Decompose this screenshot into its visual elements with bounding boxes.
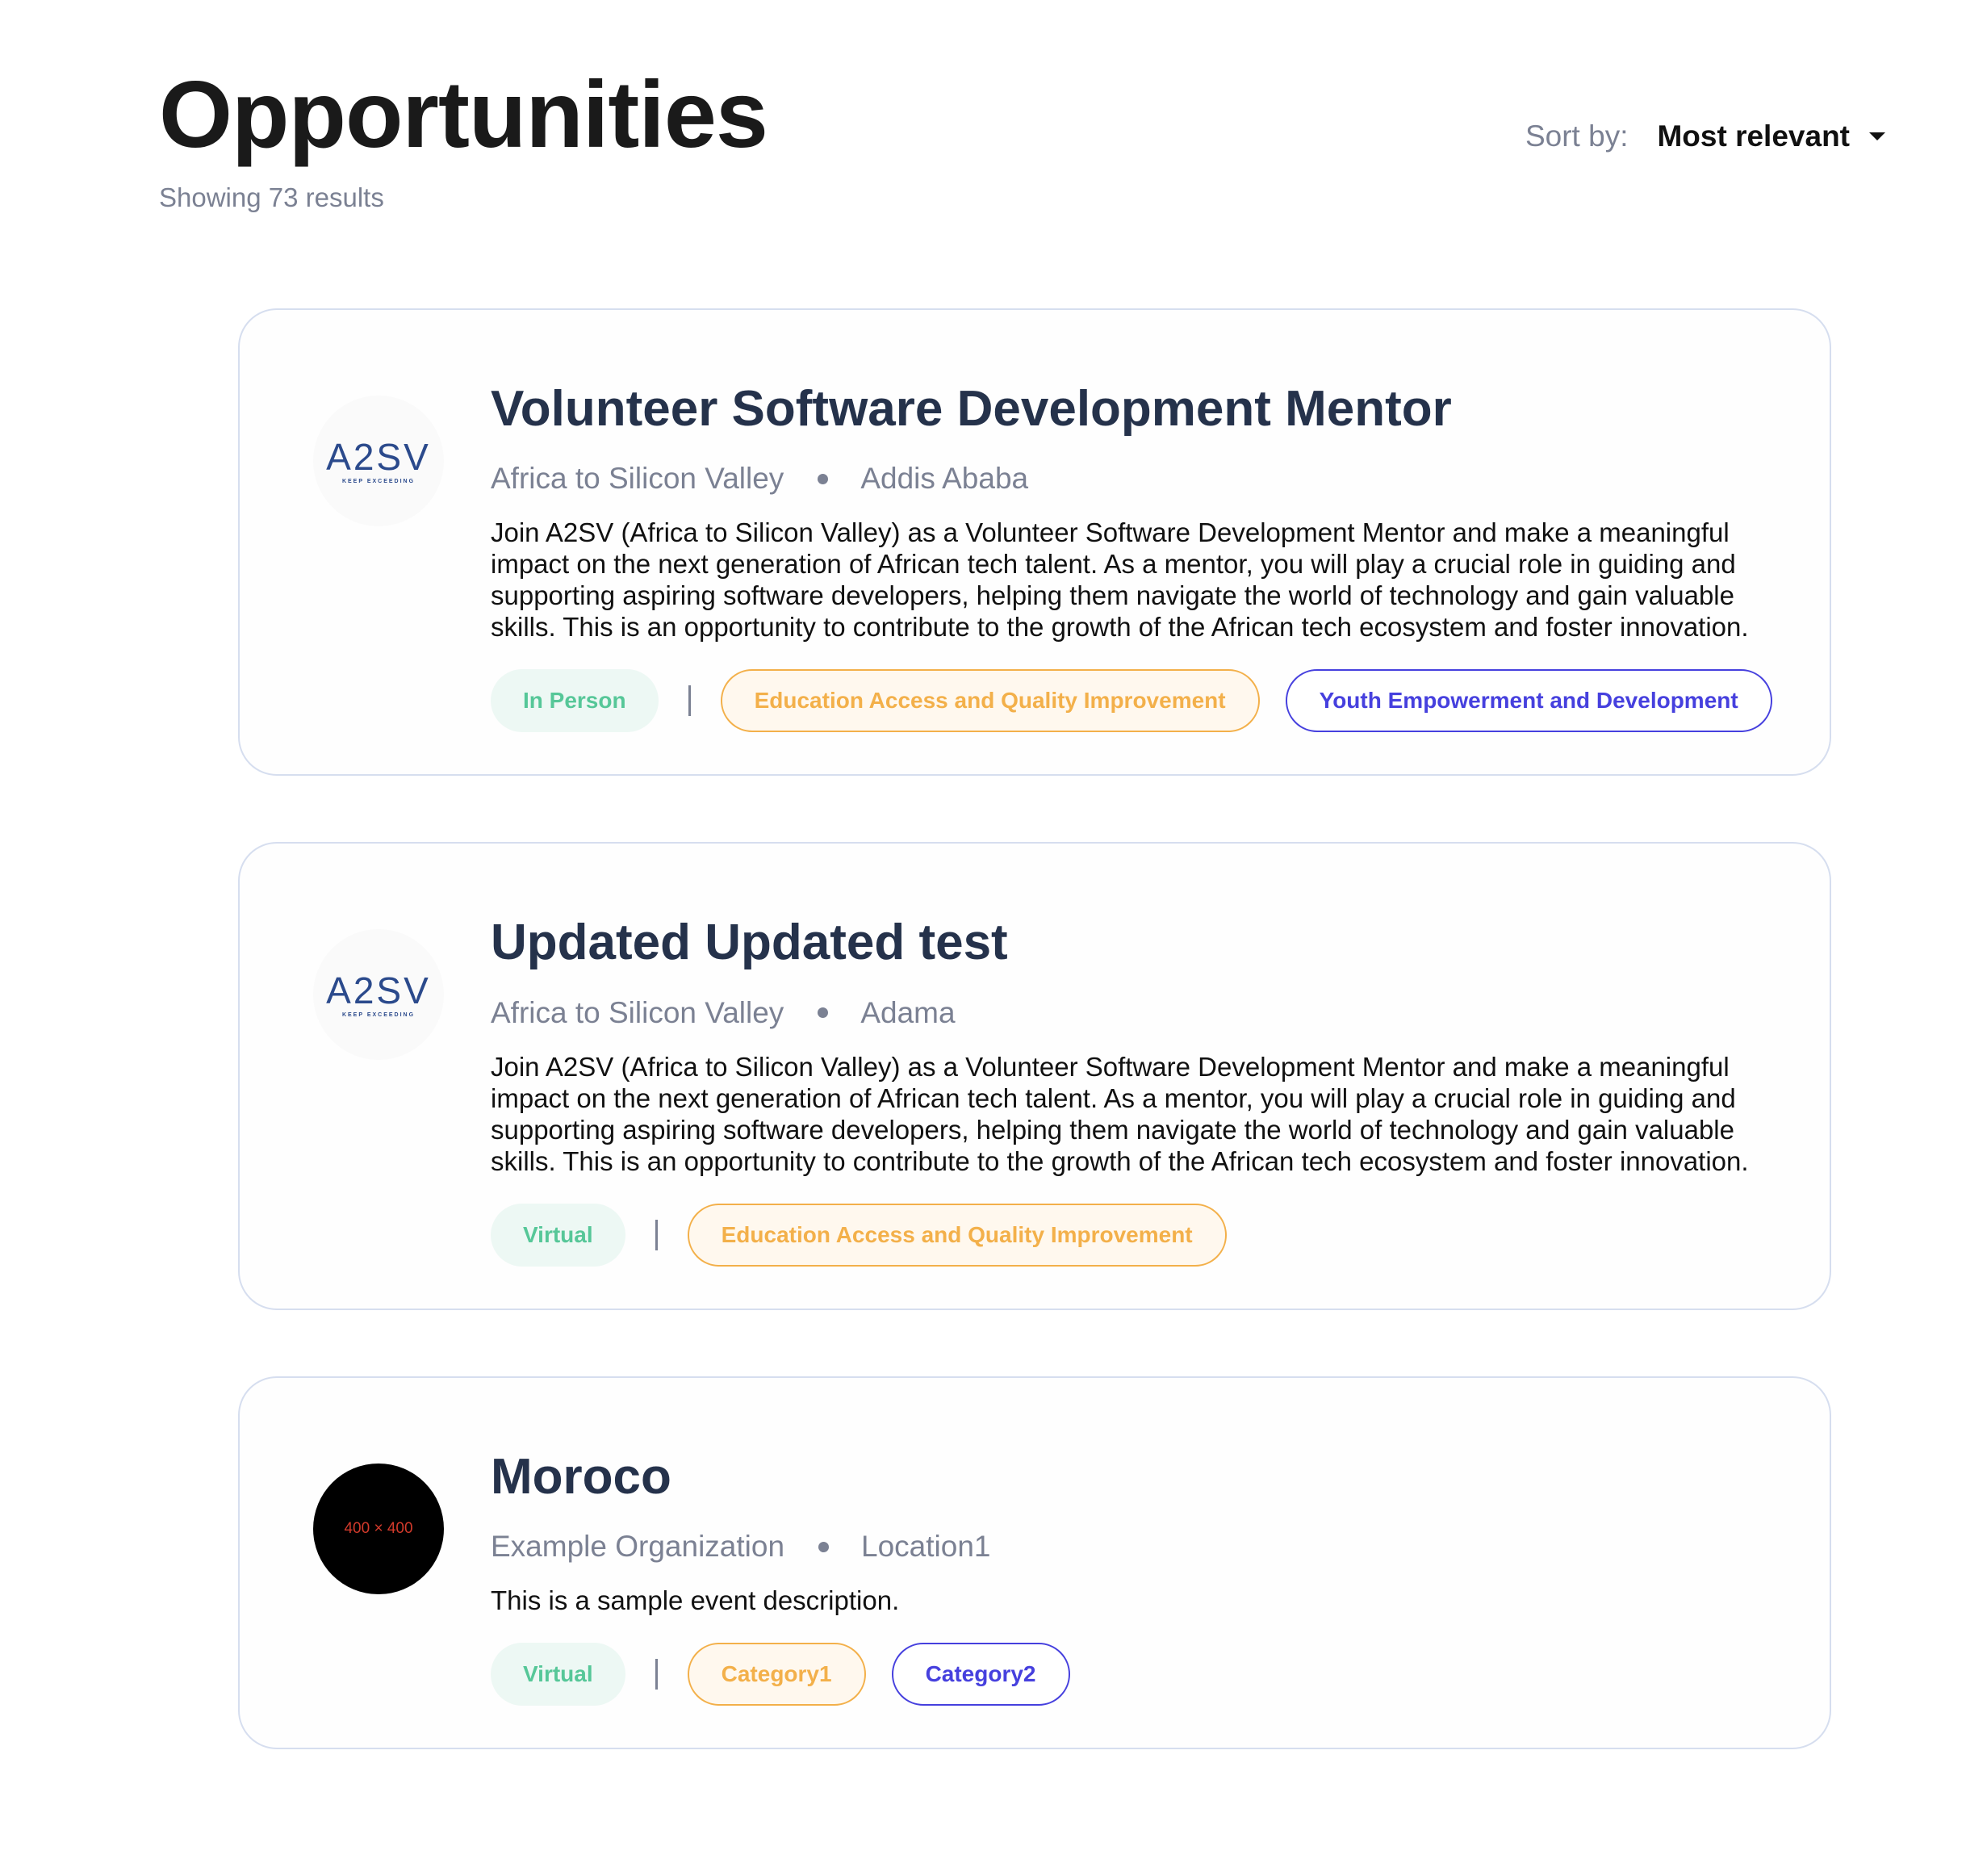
opportunity-card[interactable]: A2SV KEEP EXCEEDING Volunteer Software D… [238,308,1831,777]
logo-wordmark: A2SV [326,969,431,1011]
tag-list: Virtual Category1 Category2 [491,1643,1797,1706]
placeholder-label: 400 × 400 [344,1519,413,1537]
opportunity-title[interactable]: Volunteer Software Development Mentor [491,379,1797,439]
sort-label: Sort by: [1525,119,1629,153]
location: Location1 [861,1530,991,1564]
sort-control: Sort by: Most relevant [1525,119,1885,153]
category-tag: Youth Empowerment and Development [1285,669,1772,733]
opportunity-description: Join A2SV (Africa to Silicon Valley) as … [491,1051,1749,1176]
opportunity-list: A2SV KEEP EXCEEDING Volunteer Software D… [238,308,1831,1815]
caret-down-icon [1869,132,1885,140]
opportunity-title[interactable]: Updated Updated test [491,913,1797,973]
opportunity-meta: Example Organization Location1 [491,1530,1797,1564]
org-logo-placeholder: 400 × 400 [313,1463,444,1594]
opportunity-card[interactable]: A2SV KEEP EXCEEDING Updated Updated test… [238,842,1831,1310]
org-logo: A2SV KEEP EXCEEDING [313,929,444,1061]
org-logo: A2SV KEEP EXCEEDING [313,396,444,526]
location: Addis Ababa [860,462,1029,496]
results-count: Showing 73 results [159,182,384,212]
opportunity-meta: Africa to Silicon Valley Addis Ababa [491,462,1797,496]
opportunity-description: This is a sample event description. [491,1585,900,1616]
dot-separator [818,1541,830,1552]
category-tag: Category2 [891,1643,1070,1706]
category-tag: Category1 [687,1643,866,1706]
mode-tag: In Person [491,669,659,733]
tag-list: In Person Education Access and Quality I… [491,669,1797,733]
org-name: Africa to Silicon Valley [491,995,784,1029]
dot-separator [818,1007,829,1019]
category-tag: Education Access and Quality Improvement [720,669,1260,733]
tag-divider [655,1659,658,1690]
location: Adama [860,995,956,1029]
opportunity-card[interactable]: 400 × 400 Moroco Example Organization Lo… [238,1376,1831,1750]
org-name: Africa to Silicon Valley [491,462,784,496]
tag-list: Virtual Education Access and Quality Imp… [491,1203,1797,1267]
opportunity-title[interactable]: Moroco [491,1447,1797,1507]
opportunity-meta: Africa to Silicon Valley Adama [491,996,1797,1030]
sort-dropdown[interactable]: Most relevant [1657,119,1885,153]
tag-divider [655,1219,658,1250]
page-title: Opportunities [159,61,768,167]
sort-value: Most relevant [1657,119,1850,153]
org-name: Example Organization [491,1530,785,1564]
logo-wordmark: A2SV [326,435,431,478]
tag-divider [688,685,691,717]
category-tag: Education Access and Quality Improvement [687,1203,1227,1267]
logo-tagline: KEEP EXCEEDING [341,478,416,484]
dot-separator [818,473,829,484]
logo-tagline: KEEP EXCEEDING [341,1011,416,1018]
opportunity-description: Join A2SV (Africa to Silicon Valley) as … [491,517,1749,643]
mode-tag: Virtual [491,1203,625,1267]
mode-tag: Virtual [491,1643,625,1706]
